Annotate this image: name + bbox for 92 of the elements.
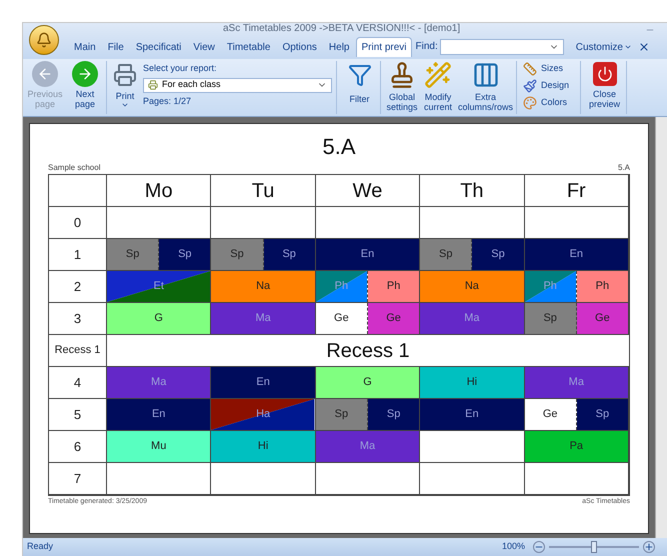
- app-orb[interactable]: [29, 25, 59, 55]
- page-title: 5.A: [321, 134, 357, 160]
- subject-label: G: [154, 311, 163, 326]
- subject-label: Sp: [126, 247, 140, 262]
- ribbon-small-button[interactable]: Sizes: [523, 61, 576, 76]
- subject-label: En: [152, 407, 166, 422]
- subject-label: Na: [464, 279, 479, 294]
- subject-label: Ge: [595, 311, 610, 326]
- ribbon-button[interactable]: Global settings: [385, 61, 419, 114]
- report-label: Select your report:: [143, 62, 218, 75]
- menu-tab[interactable]: Specificati: [130, 37, 186, 57]
- find-label: Find:: [416, 40, 438, 54]
- columns-icon: [472, 61, 500, 89]
- subject-label: Sp: [596, 407, 610, 422]
- subject-label: Ph: [386, 279, 400, 294]
- subject-label: Sp: [491, 247, 505, 262]
- menu-tab[interactable]: Print previ: [356, 37, 412, 57]
- print-button[interactable]: Print: [113, 61, 137, 114]
- subject-label: Ph: [334, 279, 348, 294]
- zoom-out-icon[interactable]: [533, 541, 545, 553]
- funnel-icon: [348, 63, 372, 87]
- wand-icon: [424, 61, 452, 89]
- close-icon[interactable]: [638, 41, 650, 53]
- ribbon-small-button[interactable]: Colors: [523, 95, 576, 110]
- subject-label: Ge: [542, 407, 558, 422]
- subject-label: Na: [256, 279, 270, 294]
- report-dropdown[interactable]: For each class: [143, 78, 332, 92]
- period-label: Recess 1: [49, 335, 107, 367]
- subject-label: Ma: [255, 311, 271, 326]
- subject-label: Ma: [360, 439, 376, 454]
- subject-label: Hi: [466, 375, 478, 390]
- period-label: 0: [49, 207, 107, 239]
- subject-label: Sp: [282, 247, 296, 262]
- find-field[interactable]: [440, 39, 564, 55]
- class-tag: 5.A: [618, 162, 630, 174]
- day-header: Tu: [211, 175, 316, 207]
- status-text: Ready: [27, 540, 54, 554]
- palette-icon: [523, 96, 538, 110]
- period-label: 7: [49, 463, 107, 495]
- subject-label: En: [465, 407, 479, 422]
- subject-label: Sp: [543, 311, 557, 326]
- subject-label: Ph: [596, 279, 610, 294]
- arrow-right-icon: [77, 66, 93, 82]
- zoom-slider-thumb[interactable]: [591, 541, 597, 553]
- subject-label: Sp: [230, 247, 244, 262]
- menu-tab[interactable]: File: [102, 37, 129, 57]
- menu-tab[interactable]: Main: [69, 37, 101, 57]
- filter-button[interactable]: Filter: [339, 61, 381, 114]
- subject-label: Sp: [178, 247, 192, 262]
- subject-label: Hi: [258, 439, 268, 454]
- ruler-icon: [523, 62, 538, 76]
- subject-label: En: [256, 375, 270, 390]
- subject-label: G: [363, 375, 372, 390]
- ribbon-small-button[interactable]: Design: [523, 78, 576, 93]
- close-preview-button[interactable]: Close preview: [583, 61, 628, 114]
- chevron-down-icon: [121, 101, 129, 109]
- menu-tab[interactable]: View: [188, 37, 220, 57]
- menu-tab[interactable]: Help: [324, 37, 354, 57]
- day-header: Mo: [107, 175, 212, 207]
- subject-label: Sp: [439, 247, 453, 262]
- day-header: Fr: [524, 175, 629, 207]
- window-title: aSc Timetables 2009 ->BETA VERSION!!!< - [demo1]: [223, 23, 460, 34]
- subject-label: Sp: [334, 407, 348, 422]
- zoom-level: 100%: [502, 540, 525, 554]
- school-name: Sample school: [48, 162, 100, 174]
- subject-label: Pa: [570, 439, 584, 454]
- report-icon: [148, 80, 158, 90]
- customize-button[interactable]: Customize: [572, 37, 636, 57]
- brush-icon: [523, 78, 538, 92]
- pages-label: Pages: 1/27: [143, 94, 192, 108]
- printer-icon: [113, 63, 137, 87]
- power-icon: [596, 66, 613, 82]
- subject-label: En: [360, 247, 374, 262]
- menu-tab[interactable]: Timetable: [222, 37, 276, 57]
- subject-label: En: [570, 247, 584, 262]
- next-page-button[interactable]: Next page: [66, 61, 104, 114]
- subject-label: Ge: [386, 311, 401, 326]
- subject-label: Ma: [568, 375, 584, 390]
- ribbon-button[interactable]: Modify current: [421, 61, 455, 114]
- subject-label: Ma: [151, 375, 166, 390]
- vertical-scrollbar[interactable]: [655, 117, 667, 538]
- subject-label: Ma: [464, 311, 480, 326]
- subject-label: Ge: [334, 311, 349, 326]
- chevron-down-icon: [624, 43, 632, 51]
- zoom-in-icon[interactable]: [643, 541, 655, 553]
- day-header: Th: [420, 175, 525, 207]
- subject-label: Mu: [151, 439, 166, 454]
- subject-label: Sp: [386, 407, 400, 422]
- ribbon-button[interactable]: Extra columns/rows: [457, 61, 514, 114]
- day-header: We: [316, 175, 420, 207]
- menu-tab[interactable]: Options: [277, 37, 322, 57]
- bell-icon: [36, 32, 52, 48]
